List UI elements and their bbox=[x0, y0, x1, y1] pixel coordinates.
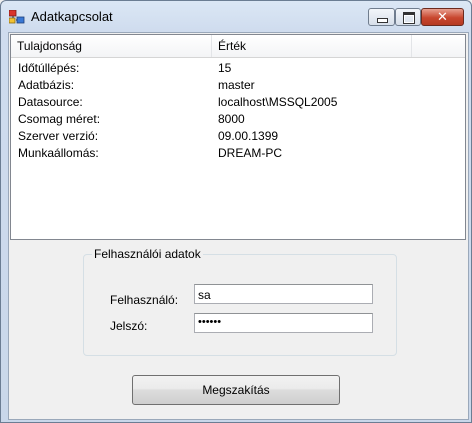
column-header-empty[interactable] bbox=[412, 35, 465, 57]
username-label: Felhasználó: bbox=[110, 293, 179, 307]
username-field[interactable]: sa bbox=[194, 284, 373, 304]
listview-header: Tulajdonság Érték bbox=[11, 35, 465, 58]
title-bar[interactable]: Adatkapcsolat ✕ bbox=[1, 1, 471, 33]
list-item-property: Datasource: bbox=[18, 95, 83, 109]
cancel-button[interactable]: Megszakítás bbox=[132, 375, 340, 405]
list-item-value: 8000 bbox=[218, 112, 245, 126]
list-item-property: Időtúllépés: bbox=[18, 61, 80, 75]
close-button[interactable]: ✕ bbox=[421, 8, 464, 26]
list-item-value: 15 bbox=[218, 61, 232, 75]
password-value: •••••• bbox=[198, 316, 222, 328]
window-title: Adatkapcsolat bbox=[31, 9, 113, 24]
list-item[interactable]: Munkaállomás: DREAM-PC bbox=[11, 144, 465, 161]
username-value: sa bbox=[198, 288, 211, 302]
maximize-icon bbox=[403, 12, 415, 24]
minimize-button[interactable] bbox=[368, 8, 395, 26]
groupbox-title: Felhasználói adatok bbox=[92, 247, 203, 261]
cancel-button-label: Megszakítás bbox=[202, 383, 270, 397]
password-label: Jelszó: bbox=[110, 319, 148, 333]
list-item[interactable]: Szerver verzió: 09.00.1399 bbox=[11, 127, 465, 144]
list-item-property: Szerver verzió: bbox=[18, 129, 99, 143]
properties-listview[interactable]: Tulajdonság Érték Időtúllépés: 15 Adatbá… bbox=[10, 34, 466, 240]
list-item[interactable]: Csomag méret: 8000 bbox=[11, 110, 465, 127]
list-item-property: Adatbázis: bbox=[18, 78, 75, 92]
list-item[interactable]: Időtúllépés: 15 bbox=[11, 59, 465, 76]
column-header-value[interactable]: Érték bbox=[212, 35, 412, 57]
client-area: Tulajdonság Érték Időtúllépés: 15 Adatbá… bbox=[8, 32, 469, 420]
list-item-property: Munkaállomás: bbox=[18, 146, 99, 160]
close-icon: ✕ bbox=[437, 9, 448, 24]
list-item-value: DREAM-PC bbox=[218, 146, 283, 160]
maximize-button[interactable] bbox=[395, 8, 421, 26]
list-item[interactable]: Adatbázis: master bbox=[11, 76, 465, 93]
list-item-property: Csomag méret: bbox=[18, 112, 101, 126]
list-item-value: 09.00.1399 bbox=[218, 129, 279, 143]
app-icon bbox=[9, 10, 25, 24]
password-field[interactable]: •••••• bbox=[194, 313, 373, 333]
window: Adatkapcsolat ✕ Tulajdonság Érték Időtúl… bbox=[0, 0, 472, 423]
list-item-value: master bbox=[218, 78, 255, 92]
user-data-groupbox: Felhasználói adatok Felhasználó: sa Jels… bbox=[83, 247, 397, 356]
minimize-icon bbox=[377, 18, 388, 23]
column-header-property[interactable]: Tulajdonság bbox=[11, 35, 212, 57]
list-item[interactable]: Datasource: localhost\MSSQL2005 bbox=[11, 93, 465, 110]
list-item-value: localhost\MSSQL2005 bbox=[218, 95, 338, 109]
